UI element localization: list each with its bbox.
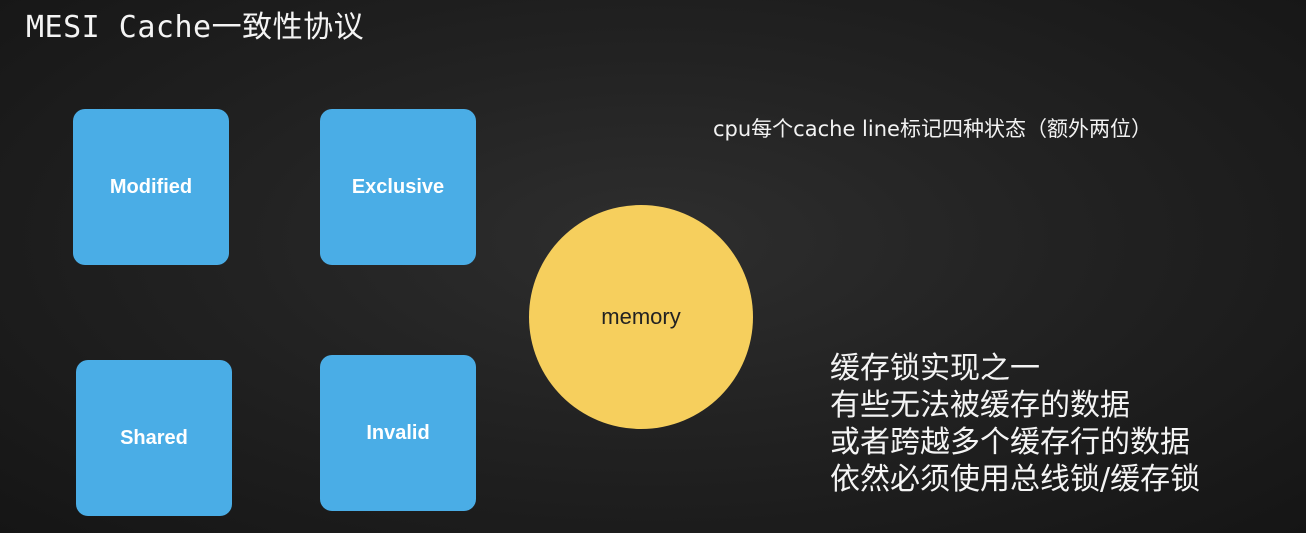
cache-line-note: cpu每个cache line标记四种状态（额外两位） xyxy=(713,117,1152,141)
memory-circle: memory xyxy=(529,205,753,429)
state-modified-box: Modified xyxy=(73,109,229,265)
state-exclusive-label: Exclusive xyxy=(351,175,445,198)
cache-lock-note-line: 有些无法被缓存的数据 xyxy=(830,388,1130,423)
slide-title: MESI Cache一致性协议 xyxy=(26,10,365,45)
cache-lock-note-line: 缓存锁实现之一 xyxy=(830,351,1040,386)
state-invalid-box: Invalid xyxy=(320,355,476,511)
cache-lock-note-line: 依然必须使用总线锁/缓存锁 xyxy=(830,462,1201,497)
state-exclusive-box: Exclusive xyxy=(320,109,476,265)
memory-label: memory xyxy=(601,304,681,329)
state-shared-label: Shared xyxy=(120,426,188,449)
cache-lock-note-line: 或者跨越多个缓存行的数据 xyxy=(830,425,1190,460)
state-invalid-label: Invalid xyxy=(366,421,430,444)
state-modified-label: Modified xyxy=(109,175,193,198)
cache-lock-notes: 缓存锁实现之一 有些无法被缓存的数据 或者跨越多个缓存行的数据 依然必须使用总线… xyxy=(830,350,1200,498)
state-shared-box: Shared xyxy=(76,360,232,516)
